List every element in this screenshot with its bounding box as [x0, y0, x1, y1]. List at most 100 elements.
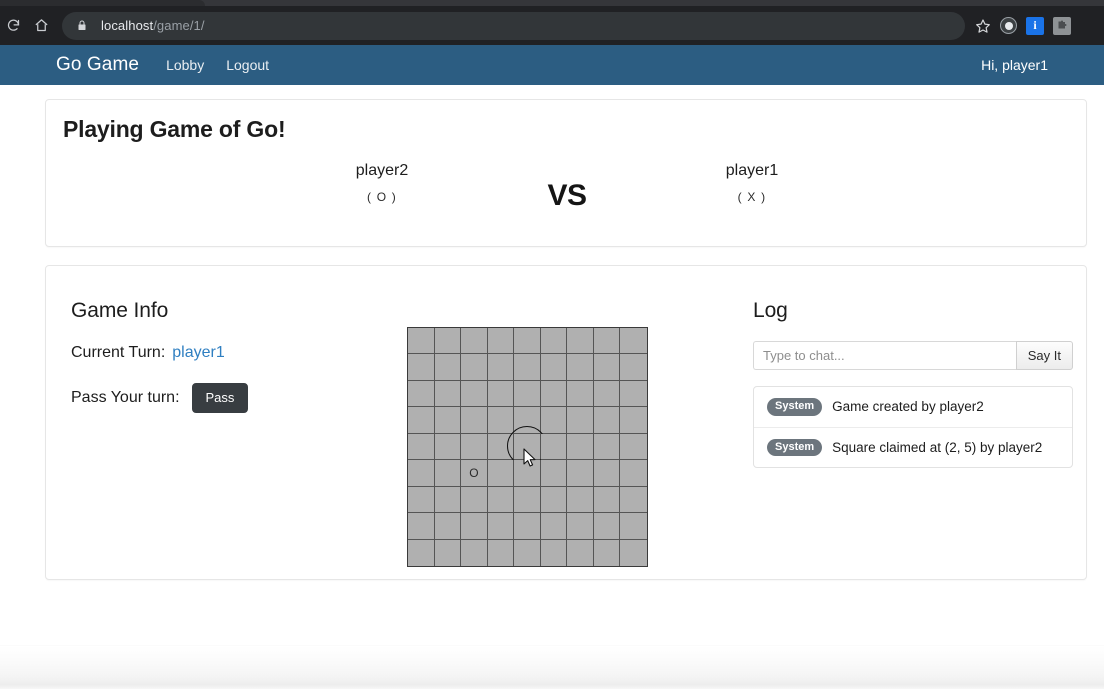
board-cell[interactable] — [487, 433, 515, 461]
board-cell[interactable] — [593, 486, 621, 514]
board-cell[interactable] — [593, 539, 621, 566]
chat-input[interactable] — [753, 341, 1016, 370]
board-cell[interactable] — [434, 407, 462, 434]
board-cell[interactable] — [487, 328, 515, 355]
board-cell[interactable] — [487, 354, 515, 381]
board-cell[interactable] — [408, 539, 435, 566]
board-cell[interactable] — [540, 380, 568, 408]
board-cell[interactable] — [434, 328, 462, 355]
nav-link-logout[interactable]: Logout — [226, 57, 269, 73]
board-cell[interactable] — [434, 513, 462, 540]
board-cell[interactable] — [461, 513, 488, 540]
board-cell[interactable] — [461, 539, 488, 566]
board-cell[interactable] — [620, 433, 647, 461]
board-cell[interactable] — [593, 433, 621, 461]
board-cell[interactable] — [434, 539, 462, 566]
board-cell[interactable] — [514, 539, 541, 566]
board-cell[interactable] — [487, 513, 515, 540]
address-bar[interactable]: localhost/game/1/ — [62, 11, 965, 40]
board-cell[interactable] — [540, 513, 568, 540]
board-cell[interactable] — [514, 486, 541, 514]
board-cell[interactable] — [567, 539, 594, 566]
board-cell[interactable] — [408, 380, 435, 408]
board-cell[interactable] — [620, 486, 647, 514]
board-cell[interactable] — [461, 407, 488, 434]
board-cell[interactable] — [567, 328, 594, 355]
board-cell[interactable] — [461, 354, 488, 381]
board-cell[interactable] — [620, 513, 647, 540]
board-cell[interactable] — [593, 407, 621, 434]
board-cell[interactable] — [567, 460, 594, 487]
board-cell[interactable] — [620, 460, 647, 487]
board-cell[interactable] — [514, 354, 541, 381]
board-cell[interactable] — [593, 460, 621, 487]
extension-puzzle-icon[interactable] — [1053, 16, 1071, 35]
board-cell[interactable] — [408, 433, 435, 461]
board-cell[interactable] — [593, 380, 621, 408]
board-cell[interactable] — [620, 354, 647, 381]
board-cell[interactable] — [540, 407, 568, 434]
brand-link[interactable]: Go Game — [56, 54, 139, 76]
lock-icon — [76, 19, 90, 33]
board-cell[interactable] — [461, 380, 488, 408]
board-cell[interactable] — [540, 328, 568, 355]
bookmark-star-icon[interactable] — [975, 18, 991, 34]
board-cell[interactable] — [514, 380, 541, 408]
board-cell[interactable] — [620, 380, 647, 408]
board-cell[interactable] — [514, 407, 541, 434]
board-cell[interactable] — [620, 328, 647, 355]
address-bar-url: localhost/game/1/ — [101, 18, 205, 33]
board-cell[interactable] — [461, 486, 488, 514]
board-cell[interactable]: O — [461, 460, 488, 487]
board-cell[interactable] — [408, 486, 435, 514]
board-cell[interactable] — [540, 486, 568, 514]
player-right: player1 ( X ) — [627, 162, 877, 204]
board-cell[interactable] — [434, 380, 462, 408]
board-cell[interactable] — [408, 513, 435, 540]
board-cell[interactable] — [487, 380, 515, 408]
board-cell[interactable] — [567, 513, 594, 540]
go-board[interactable]: O — [407, 327, 648, 567]
board-cell[interactable] — [434, 433, 462, 461]
board-cell[interactable] — [434, 460, 462, 487]
board-cell[interactable] — [487, 460, 515, 487]
board-cell[interactable] — [408, 460, 435, 487]
nav-link-lobby[interactable]: Lobby — [166, 57, 204, 73]
board-cell[interactable] — [593, 328, 621, 355]
home-icon[interactable] — [28, 13, 54, 39]
board-cell[interactable] — [487, 486, 515, 514]
extension-blue-icon[interactable]: i — [1026, 16, 1044, 35]
pass-button[interactable]: Pass — [191, 383, 249, 413]
board-cell[interactable] — [540, 433, 568, 461]
board-cell[interactable] — [461, 328, 488, 355]
board-cell[interactable] — [408, 354, 435, 381]
board-cell[interactable] — [620, 407, 647, 434]
board-cell[interactable] — [593, 513, 621, 540]
board-cell[interactable] — [567, 486, 594, 514]
board-cell[interactable] — [567, 354, 594, 381]
game-info-title: Game Info — [71, 299, 169, 322]
board-cell[interactable] — [567, 433, 594, 461]
board-cell[interactable] — [434, 486, 462, 514]
board-cell[interactable] — [540, 460, 568, 487]
board-cell[interactable] — [506, 426, 547, 467]
board-cell[interactable] — [567, 407, 594, 434]
say-it-button[interactable]: Say It — [1015, 341, 1073, 370]
profile-avatar-icon[interactable] — [1000, 17, 1017, 34]
board-cell[interactable] — [408, 328, 435, 355]
board-cell[interactable] — [434, 354, 462, 381]
board-cell[interactable] — [540, 354, 568, 381]
board-cell[interactable] — [461, 433, 488, 461]
board-cell[interactable] — [514, 460, 541, 487]
board-cell[interactable] — [593, 354, 621, 381]
board-cell[interactable] — [567, 380, 594, 408]
current-turn-row: Current Turn: player1 — [71, 344, 391, 362]
board-cell[interactable] — [620, 539, 647, 566]
board-cell[interactable] — [514, 328, 541, 355]
board-cell[interactable] — [487, 407, 515, 434]
reload-icon[interactable] — [0, 13, 26, 39]
board-cell[interactable] — [487, 539, 515, 566]
board-cell[interactable] — [540, 539, 568, 566]
board-cell[interactable] — [408, 407, 435, 434]
board-cell[interactable] — [514, 513, 541, 540]
